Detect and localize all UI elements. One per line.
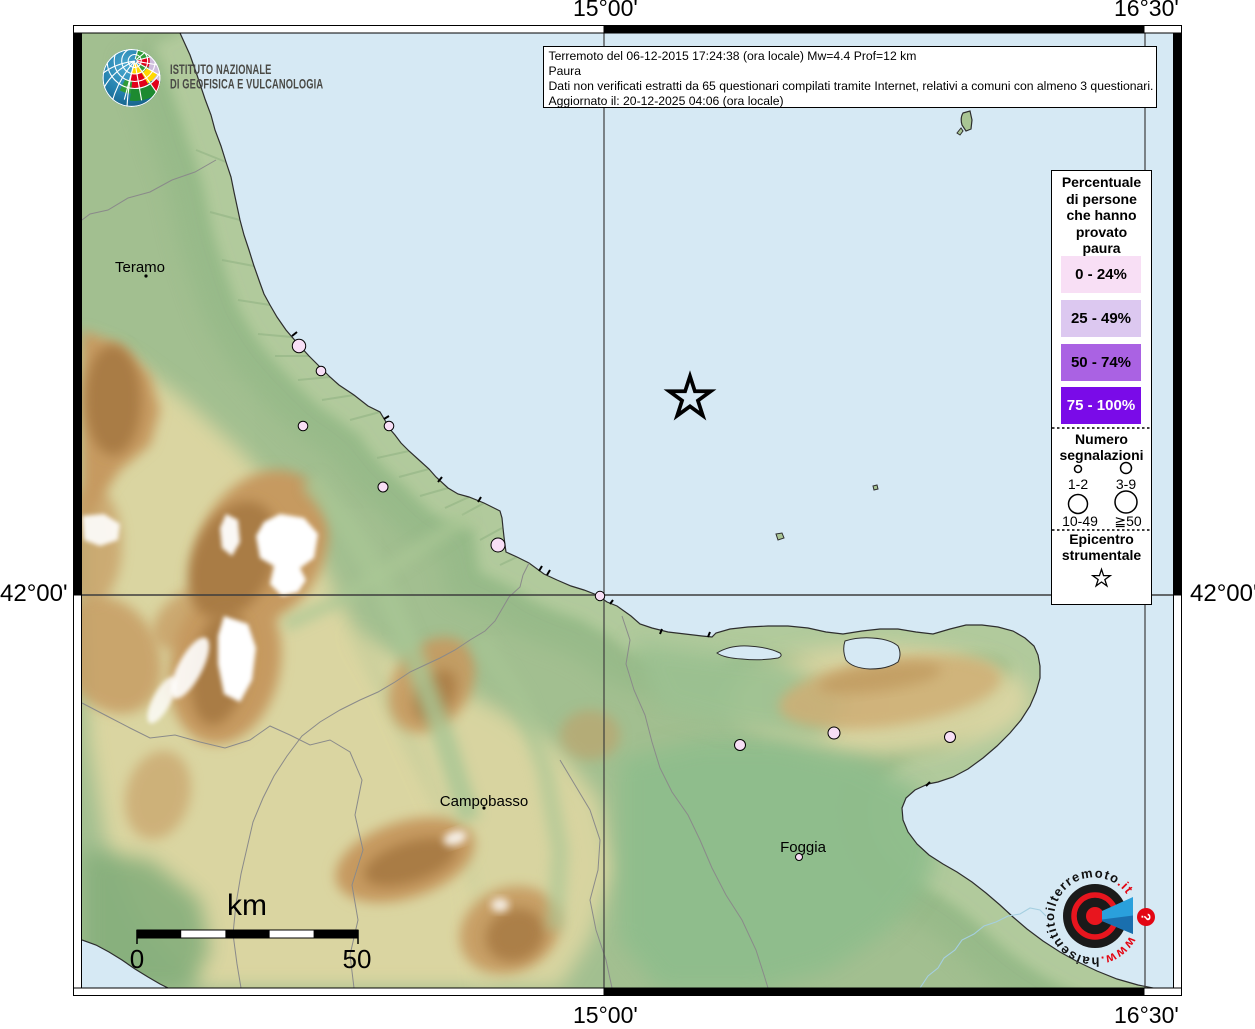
svg-text:Foggia: Foggia [780,839,827,856]
svg-text:ISTITUTO NAZIONALE: ISTITUTO NAZIONALE [170,64,272,78]
svg-text:km: km [227,889,267,922]
svg-text:50: 50 [343,944,372,974]
svg-text:Teramo: Teramo [115,259,165,276]
svg-text:0: 0 [130,944,144,974]
svg-text:?: ? [1139,913,1154,921]
svg-text:DI GEOFISICA E VULCANOLOGIA: DI GEOFISICA E VULCANOLOGIA [170,78,324,92]
